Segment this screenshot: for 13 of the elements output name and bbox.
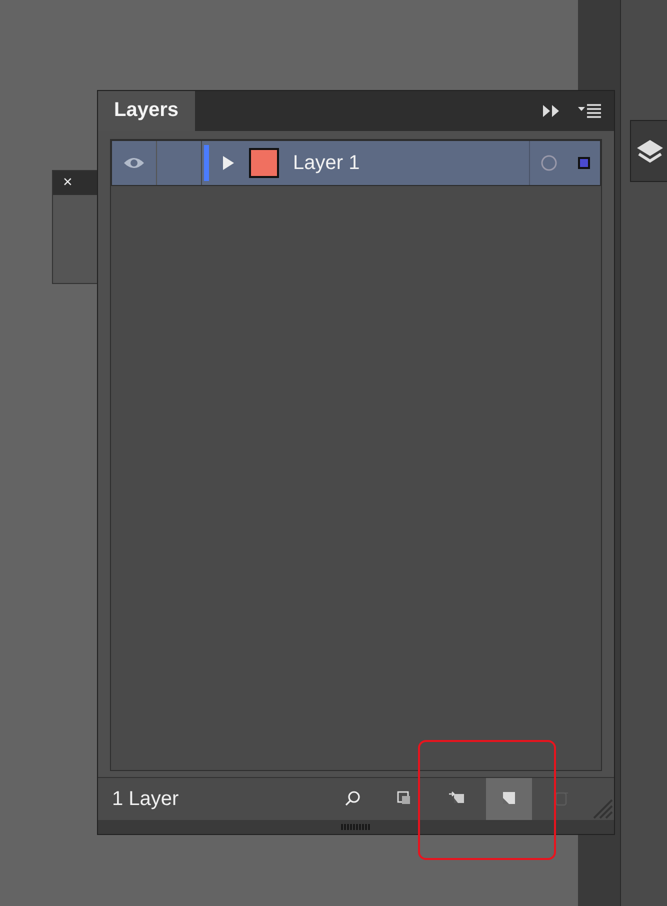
layers-dock-button[interactable] [630, 120, 667, 182]
layer-count: 1 Layer [112, 788, 180, 810]
new-layer-button[interactable] [486, 778, 532, 820]
selection-square-icon[interactable] [577, 156, 591, 170]
eye-icon[interactable] [122, 155, 146, 171]
layer-thumbnail [249, 148, 279, 178]
panel-tab[interactable]: Layers [98, 91, 194, 131]
panel-menu-icon[interactable] [578, 103, 602, 119]
resize-grip-icon[interactable] [341, 823, 371, 831]
close-button[interactable]: × [63, 174, 72, 192]
layer-row[interactable]: Layer 1 [111, 140, 601, 186]
layer-name[interactable]: Layer 1 [293, 152, 529, 174]
collapse-icon[interactable] [542, 104, 560, 118]
